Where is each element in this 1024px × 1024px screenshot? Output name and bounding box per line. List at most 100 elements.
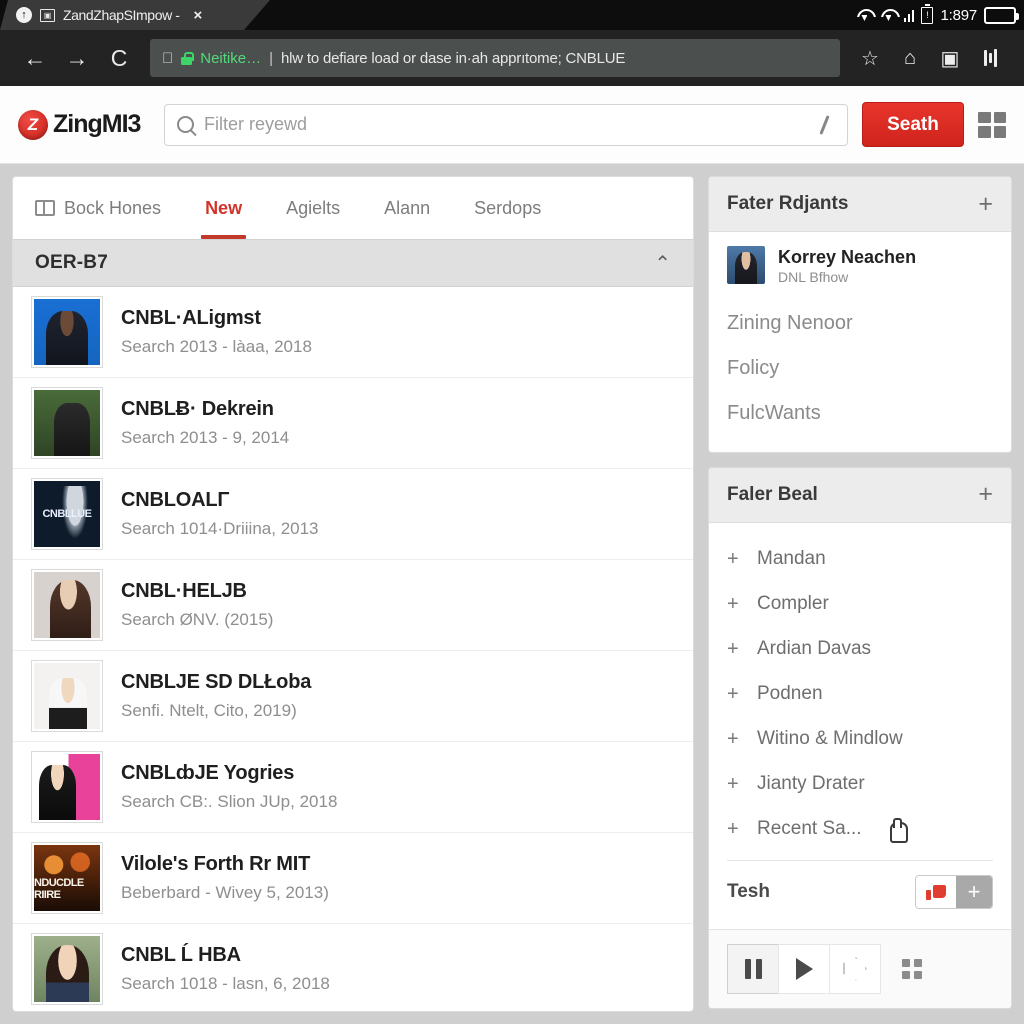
search-box[interactable] [164,103,848,146]
song-title: CNBL·ALigmst [121,307,261,329]
hand-cursor-icon [888,818,908,843]
beat-item-label: Witino & Mindlow [757,728,903,749]
album-art-label: CNBLLUE [42,508,92,520]
pause-button[interactable] [727,943,779,994]
menu-icon[interactable] [970,38,1010,78]
divider [727,859,993,861]
clipboard-icon[interactable]: ▣ [930,38,970,78]
back-icon[interactable]: ← [14,37,56,79]
play-icon [795,957,813,980]
reload-icon[interactable]: C [98,37,140,79]
beat-item-label: Compler [757,593,829,614]
plus-icon: + [727,772,739,795]
browser-tab[interactable]: ↑ ▣ ZandZhapSImpow - × [0,0,270,30]
main-panel: Bock Hones New Agielts Alann Serdops OER… [12,176,694,1012]
tab-serdops[interactable]: Serdops [452,177,563,239]
song-text: CNBL·HELJB Search ØNV. (2015) [121,580,273,630]
tab-label: Agielts [286,197,341,218]
list-item[interactable]: + Witino & Mindlow [727,717,993,762]
album-art [34,390,100,456]
song-text: CNBLɃ· Dekrein Search 2013 - 9, 2014 [121,398,289,448]
album-thumbnail: CNBLLUE [31,478,103,550]
add-icon[interactable]: + [978,191,993,217]
tab-bock-hones[interactable]: Bock Hones [29,177,183,239]
album-thumbnail [31,387,103,459]
list-item[interactable]: + Podnen [727,672,993,717]
more-options-icon[interactable] [902,958,922,979]
list-item[interactable]: + Compler [727,582,993,627]
sidebar-item-folicy[interactable]: Folicy [727,346,993,391]
song-text: CNBLOALΓ Search 1014·Driiina, 2013 [121,489,319,539]
apps-grid-icon[interactable] [978,111,1006,138]
plus-icon: + [727,727,739,750]
list-item[interactable]: NDUCDLE RIIRE Vilole's Forth Rr MIT Bebe… [13,833,693,924]
friends-card: Fater Rdjants + Korrey Neachen DNL Bfhow… [708,176,1012,453]
list-item[interactable]: CNBL·HELJB Search ØNV. (2015) [13,560,693,651]
next-button[interactable] [829,943,881,994]
sidebar-item-zining-nenoor[interactable]: Zining Nenoor [727,301,993,346]
chevron-up-icon[interactable]: ⌃ [654,251,671,276]
list-item[interactable]: + Jianty Drater [727,762,993,807]
search-input[interactable] [204,114,805,135]
plus-icon: + [727,682,739,705]
song-text: CNBLJE SD DLŁoba Senfi. Ntelt, Cito, 201… [121,671,311,721]
song-subtitle: Search 2013 - làaa, 2018 [121,337,312,356]
bookmark-star-icon[interactable]: ☆ [850,38,890,78]
tab-label: Serdops [474,197,542,218]
status-clock: 1:897 [940,6,977,24]
browser-toolbar: ← → C  Neitike… | hlw to defiare load o… [0,30,1024,86]
player-controls [709,928,1011,1008]
list-item[interactable]: + Mandan [727,537,993,582]
beat-item-label: Ardian Davas [757,638,872,659]
list-item[interactable]: CNBL·ALigmst Search 2013 - làaa, 2018 [13,287,693,378]
list-item[interactable]: + Recent Sa... [727,807,993,852]
close-icon[interactable]: × [194,7,203,24]
search-button[interactable]: Seath [862,102,964,147]
song-subtitle: Senfi. Ntelt, Cito, 2019) [121,701,297,720]
album-thumbnail [31,660,103,732]
song-subtitle: Beberbard - Wivey 5, 2013) [121,883,329,902]
list-item[interactable]: CNBL Ĺ HBA Search 1018 - lasn, 6, 2018 [13,924,693,1011]
upload-icon: ↑ [16,7,32,23]
signal-icon [903,9,915,22]
song-subtitle: Search 1018 - lasn, 6, 2018 [121,974,330,993]
thumbs-up-button[interactable] [916,875,956,908]
song-text: CNBLȸJE Yogries Search CB:. Slion JUp, 2… [121,762,337,812]
album-art [34,754,100,820]
list-item[interactable]: CNBLɃ· Dekrein Search 2013 - 9, 2014 [13,378,693,469]
site-header: Z ZingMI3 Seath [0,86,1024,164]
list-item[interactable]: Korrey Neachen DNL Bfhow [727,246,993,285]
song-title: CNBLOALΓ [121,489,230,511]
home-icon[interactable]: ⌂ [890,38,930,78]
add-icon[interactable]: + [978,482,993,507]
sidebar-item-fulcwants[interactable]: FulcWants [727,391,993,436]
address-bar[interactable]:  Neitike… | hlw to defiare load or dase… [150,39,840,77]
battery-charging-icon: ! [921,3,934,24]
avatar [727,246,765,285]
tab-new[interactable]: New [183,177,264,239]
site-logo[interactable]: Z ZingMI3 [18,109,150,140]
song-title: CNBLJE SD DLŁoba [121,671,312,693]
song-title: Vilole's Forth Rr MIT [121,853,311,875]
status-icons: ! 1:897 [856,0,1019,30]
tab-alann[interactable]: Alann [362,177,452,239]
forward-icon[interactable]: → [56,37,98,79]
friends-card-title: Fater Rdjants [727,193,849,214]
list-item[interactable]: CNBLȸJE Yogries Search CB:. Slion JUp, 2… [13,742,693,833]
microphone-icon[interactable] [815,114,835,136]
group-header[interactable]: OER-B7 ⌃ [13,239,693,287]
list-item[interactable]: CNBLLUE CNBLOALΓ Search 1014·Driiina, 20… [13,469,693,560]
tab-agielts[interactable]: Agielts [264,177,362,239]
song-text: CNBL Ĺ HBA Search 1018 - lasn, 6, 2018 [121,944,330,994]
list-item[interactable]: + Ardian Davas [727,627,993,672]
song-title: CNBL Ĺ HBA [121,944,241,966]
beat-footer-label: Tesh [727,880,770,902]
add-to-playlist-button[interactable]: + [956,875,992,908]
song-subtitle: Search ØNV. (2015) [121,610,274,629]
plus-icon: + [727,817,739,840]
list-item[interactable]: CNBLJE SD DLŁoba Senfi. Ntelt, Cito, 201… [13,651,693,742]
beat-item-label: Jianty Drater [757,773,865,794]
bars-icon [983,49,997,67]
segmented-control[interactable]: + [915,874,993,909]
play-button[interactable] [778,943,830,994]
